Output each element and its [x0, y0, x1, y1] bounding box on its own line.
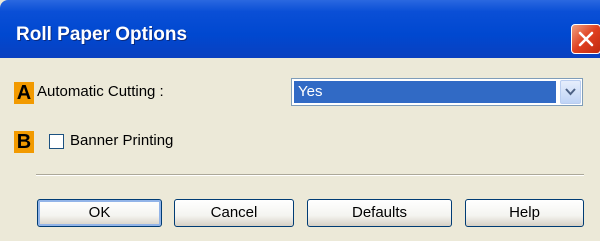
title-bar: Roll Paper Options	[0, 0, 600, 58]
automatic-cutting-select[interactable]: Yes	[291, 78, 583, 106]
banner-printing-checkbox[interactable]	[49, 134, 64, 149]
ok-button[interactable]: OK	[37, 199, 162, 227]
help-button[interactable]: Help	[465, 199, 584, 227]
badge-a: A	[14, 82, 34, 104]
badge-b: B	[14, 131, 34, 153]
dialog-title: Roll Paper Options	[16, 24, 188, 45]
defaults-button[interactable]: Defaults	[307, 199, 452, 227]
close-button[interactable]	[571, 24, 600, 54]
automatic-cutting-value: Yes	[294, 81, 556, 103]
chevron-down-icon	[565, 88, 576, 96]
dropdown-arrow-button[interactable]	[560, 80, 581, 104]
separator	[36, 174, 584, 176]
roll-paper-options-dialog: Roll Paper Options A Automatic Cutting :…	[0, 0, 600, 241]
dialog-content: A Automatic Cutting : Yes B Banner Print…	[0, 58, 600, 241]
banner-printing-label[interactable]: Banner Printing	[70, 132, 173, 149]
automatic-cutting-label: Automatic Cutting :	[37, 83, 164, 100]
close-icon	[578, 31, 594, 47]
cancel-button[interactable]: Cancel	[174, 199, 294, 227]
